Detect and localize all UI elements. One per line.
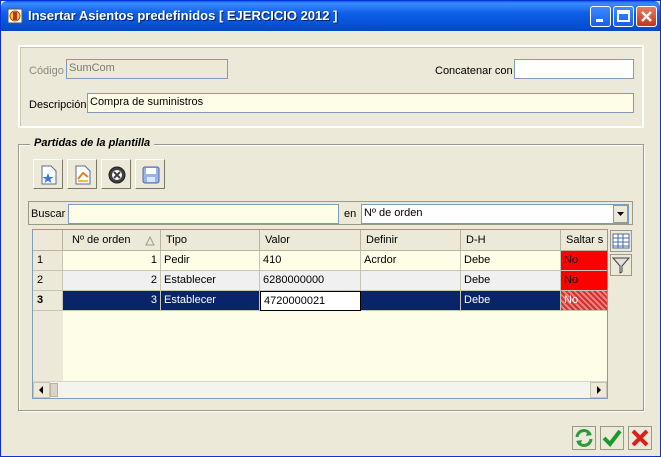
group-title: Partidas de la plantilla bbox=[30, 137, 155, 149]
close-icon bbox=[641, 11, 652, 22]
cell-dh[interactable]: Debe bbox=[461, 251, 561, 271]
cell-valor[interactable]: 410 bbox=[260, 251, 361, 271]
grid-filter-button[interactable] bbox=[610, 254, 632, 276]
cell-definir[interactable] bbox=[361, 291, 461, 311]
window-title: Insertar Asientos predefinidos [ EJERCIC… bbox=[28, 8, 338, 23]
descripcion-label: Descripción bbox=[29, 99, 87, 111]
column-header-dh[interactable]: D-H bbox=[461, 230, 561, 251]
scroll-thumb[interactable] bbox=[50, 383, 58, 397]
cell-definir[interactable]: Acrdor bbox=[361, 251, 461, 271]
edit-document-icon bbox=[75, 165, 91, 185]
title-bar[interactable]: Insertar Asientos predefinidos [ EJERCIC… bbox=[1, 1, 660, 31]
search-input[interactable] bbox=[68, 204, 339, 224]
scroll-left-button[interactable] bbox=[33, 382, 50, 398]
row-number[interactable]: 2 bbox=[33, 271, 63, 291]
arrow-left-icon bbox=[39, 386, 43, 394]
grid-empty-area bbox=[63, 311, 607, 381]
accept-button[interactable] bbox=[600, 426, 624, 450]
search-label: Buscar bbox=[31, 208, 66, 220]
maximize-button[interactable] bbox=[613, 6, 634, 27]
concatenar-label: Concatenar con bbox=[435, 65, 513, 77]
cell-orden[interactable]: 3 bbox=[63, 291, 161, 311]
row-number[interactable]: 1 bbox=[33, 251, 63, 271]
search-select-dropdown-button[interactable] bbox=[613, 205, 628, 223]
cell-saltar[interactable]: No bbox=[561, 291, 607, 311]
arrow-right-icon bbox=[597, 386, 601, 394]
column-header-tipo[interactable]: Tipo bbox=[161, 230, 260, 251]
sort-asc-icon bbox=[145, 236, 155, 246]
row-number[interactable]: 3 bbox=[33, 291, 63, 311]
scroll-right-button[interactable] bbox=[590, 382, 607, 398]
cell-saltar[interactable]: No bbox=[561, 271, 607, 291]
column-header-valor[interactable]: Valor bbox=[260, 230, 361, 251]
minimize-icon bbox=[596, 19, 603, 22]
grid-icon bbox=[612, 233, 630, 249]
minimize-button[interactable] bbox=[590, 6, 611, 27]
search-field-select[interactable]: Nº de orden bbox=[361, 204, 629, 224]
maximize-icon bbox=[617, 10, 630, 22]
save-entry-button[interactable] bbox=[135, 159, 165, 189]
template-grid[interactable]: Nº de orden Tipo Valor Definir D-H Salta… bbox=[32, 229, 608, 399]
dialog-window: Insertar Asientos predefinidos [ EJERCIC… bbox=[0, 0, 661, 457]
grid-corner-header bbox=[33, 230, 63, 251]
column-header-orden[interactable]: Nº de orden bbox=[63, 230, 161, 251]
column-header-saltar[interactable]: Saltar s bbox=[561, 230, 607, 251]
chevron-down-icon bbox=[617, 212, 624, 216]
delete-icon bbox=[108, 166, 126, 184]
codigo-field[interactable]: SumCom bbox=[66, 59, 228, 79]
cell-dh[interactable]: Debe bbox=[461, 271, 561, 291]
cell-orden[interactable]: 1 bbox=[63, 251, 161, 271]
cancel-button[interactable] bbox=[628, 426, 652, 450]
cell-valor-editing[interactable]: 4720000021 bbox=[260, 291, 361, 311]
descripcion-field[interactable]: Compra de suministros bbox=[87, 93, 634, 113]
delete-entry-button[interactable] bbox=[101, 159, 131, 189]
close-window-button[interactable] bbox=[636, 6, 657, 27]
filter-icon bbox=[611, 257, 631, 274]
new-document-icon bbox=[41, 165, 57, 185]
cell-tipo[interactable]: Establecer bbox=[161, 291, 260, 311]
new-entry-button[interactable] bbox=[33, 159, 63, 189]
cancel-x-icon bbox=[631, 429, 649, 447]
refresh-button[interactable] bbox=[572, 426, 596, 450]
edit-entry-button[interactable] bbox=[67, 159, 97, 189]
save-icon bbox=[142, 166, 160, 184]
cell-tipo[interactable]: Establecer bbox=[161, 271, 260, 291]
column-header-definir[interactable]: Definir bbox=[361, 230, 461, 251]
app-icon bbox=[7, 8, 23, 24]
cell-tipo[interactable]: Pedir bbox=[161, 251, 260, 271]
codigo-label: Código bbox=[29, 65, 64, 77]
cell-definir[interactable] bbox=[361, 271, 461, 291]
search-field-value: Nº de orden bbox=[364, 207, 423, 219]
cell-valor[interactable]: 6280000000 bbox=[260, 271, 361, 291]
grid-columns-button[interactable] bbox=[610, 230, 632, 252]
cell-saltar[interactable]: No bbox=[561, 251, 607, 271]
horizontal-scrollbar[interactable] bbox=[33, 381, 607, 398]
concatenar-field[interactable] bbox=[514, 59, 634, 79]
checkmark-icon bbox=[602, 429, 622, 448]
cell-orden[interactable]: 2 bbox=[63, 271, 161, 291]
header-panel bbox=[18, 45, 644, 128]
refresh-icon bbox=[575, 429, 593, 447]
search-en-label: en bbox=[344, 208, 357, 220]
cell-dh[interactable]: Debe bbox=[461, 291, 561, 311]
